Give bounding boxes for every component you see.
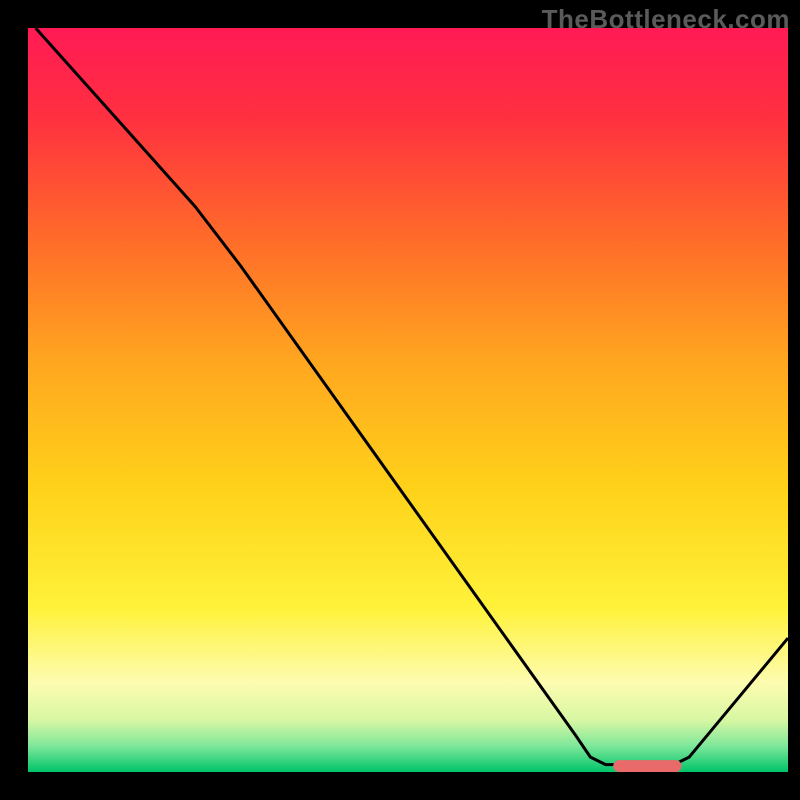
chart-frame: TheBottleneck.com [0,0,800,800]
gradient-background [28,28,788,772]
optimal-range [613,760,681,772]
watermark-text: TheBottleneck.com [542,4,790,35]
bottleneck-chart [0,0,800,800]
